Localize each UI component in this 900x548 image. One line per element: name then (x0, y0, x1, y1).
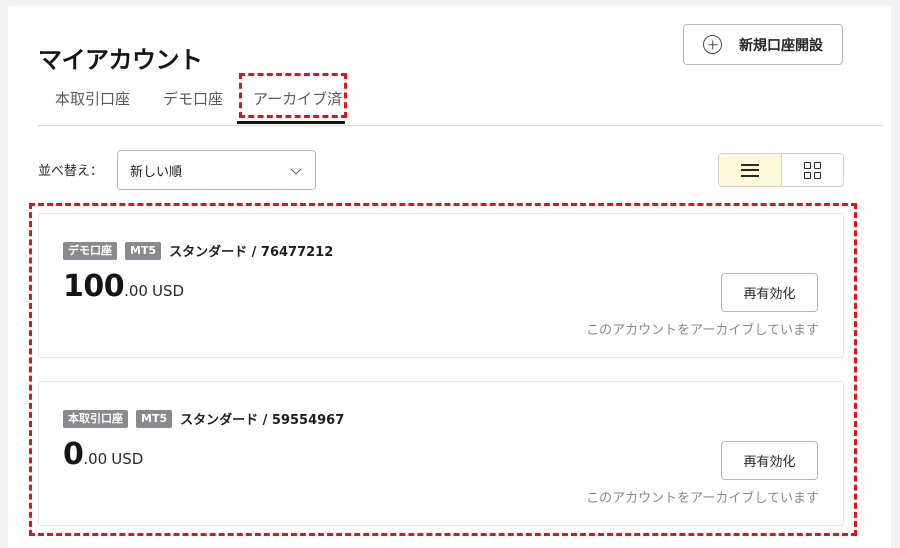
tab-demo-accounts[interactable]: デモ口座 (163, 88, 223, 109)
grid-icon (803, 161, 821, 179)
plus-circle-icon (703, 35, 722, 54)
tabs-divider (38, 125, 883, 126)
accounts-highlight-frame (29, 203, 857, 536)
active-tab-indicator (237, 121, 345, 124)
archived-tab-highlight (239, 73, 347, 118)
grid-view-button[interactable] (782, 154, 844, 186)
new-account-button[interactable]: 新規口座開設 (683, 24, 843, 65)
tab-real-accounts[interactable]: 本取引口座 (55, 88, 130, 109)
sort-label: 並べ替え： (38, 164, 104, 179)
list-view-button[interactable] (719, 154, 782, 186)
page-title: マイアカウント (38, 46, 203, 74)
sort-selected-value: 新しい順 (130, 164, 183, 180)
chevron-down-icon (290, 163, 302, 175)
sort-select[interactable]: 新しい順 (117, 150, 316, 190)
view-toggle (718, 153, 844, 187)
new-account-label: 新規口座開設 (739, 37, 823, 54)
list-icon (740, 163, 759, 177)
